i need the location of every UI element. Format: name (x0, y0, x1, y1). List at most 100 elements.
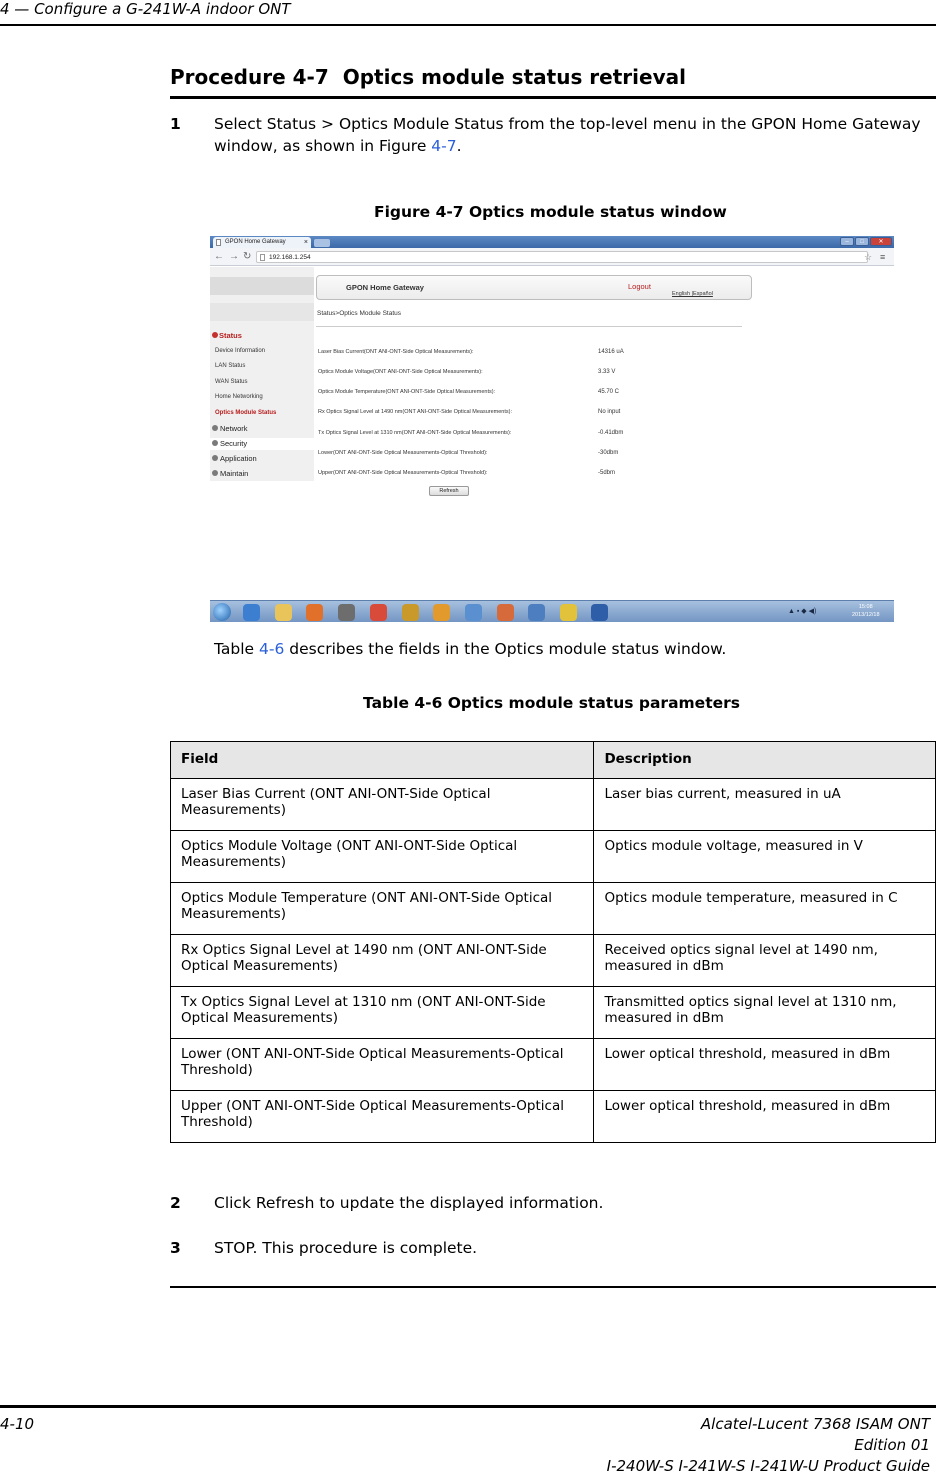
expand-bullet-icon (212, 425, 218, 431)
description-cell: Lower optical threshold, measured in dBm (593, 1038, 936, 1091)
expand-bullet-icon (212, 470, 218, 476)
field-cell: Rx Optics Signal Level at 1490 nm (ONT A… (169, 934, 595, 987)
taskbar: ▲ ▪ ◆ ◀) 15:08 2013/12/18 (210, 600, 894, 622)
sidebar-item-home-networking[interactable]: Home Networking (215, 394, 263, 400)
menu-icon[interactable]: ≡ (880, 250, 885, 264)
divider (316, 326, 742, 327)
step-3: 3 STOP. This procedure is complete. (170, 1237, 936, 1259)
status-row-label: Upper(ONT ANI-ONT-Side Optical Measureme… (318, 470, 488, 476)
refresh-button[interactable]: Refresh (429, 486, 469, 496)
ie-icon[interactable] (243, 604, 260, 621)
sidebar-item-wan-status[interactable]: WAN Status (215, 379, 247, 385)
sidebar-status-label: Status (219, 331, 242, 340)
explorer-folder-icon[interactable] (275, 604, 292, 621)
browser-tab[interactable]: GPON Home Gateway × (213, 237, 311, 248)
language-links[interactable]: English |Español (672, 291, 713, 297)
taskbar-clock[interactable]: 15:08 2013/12/18 (852, 603, 880, 619)
status-bullet-icon (212, 332, 218, 338)
status-row-label: Tx Optics Signal Level at 1310 nm(ONT AN… (318, 430, 512, 436)
page-number: 4-10 (0, 1415, 35, 1433)
outlook-icon[interactable] (433, 604, 450, 621)
sidebar-group-network[interactable]: Network (212, 424, 248, 433)
user-icon[interactable] (497, 604, 514, 621)
field-cell: Lower (ONT ANI-ONT-Side Optical Measurem… (169, 1038, 595, 1091)
network-icon[interactable] (465, 604, 482, 621)
table-intro-paragraph: Table 4-6 describes the fields in the Op… (214, 638, 726, 660)
sidebar-band (210, 303, 314, 321)
bookmark-star-icon[interactable]: ☆ (864, 250, 872, 264)
header-rule (0, 24, 936, 26)
status-row-label: Lower(ONT ANI-ONT-Side Optical Measureme… (318, 450, 488, 456)
sidebar-item-device-information[interactable]: Device Information (215, 348, 265, 354)
field-cell: Laser Bias Current (ONT ANI-ONT-Side Opt… (169, 778, 595, 831)
gateway-title: GPON Home Gateway (346, 283, 424, 292)
status-row-label: Optics Module Temperature(ONT ANI-ONT-Si… (318, 389, 496, 395)
field-cell: Optics Module Temperature (ONT ANI-ONT-S… (169, 882, 595, 935)
status-row-value: -30dbm (598, 450, 619, 456)
browser-toolbar: ← → ↻ 192.168.1.254 ☆ ≡ (210, 248, 894, 266)
paragraph-text-part: Table (214, 640, 260, 658)
firefox-icon[interactable] (306, 604, 323, 621)
sidebar-group-application[interactable]: Application (212, 454, 257, 463)
sidebar-item-lan-status[interactable]: LAN Status (215, 363, 245, 369)
step-text-part: Select Status > Optics Module Status fro… (214, 115, 921, 155)
reload-icon[interactable]: ↻ (243, 250, 251, 264)
status-row-value: -5dbm (598, 470, 616, 476)
maximize-icon[interactable]: □ (855, 237, 869, 246)
table-row: Rx Optics Signal Level at 1490 nm (ONT A… (169, 934, 936, 987)
browser-titlebar (210, 236, 894, 248)
forward-arrow-icon[interactable]: → (229, 250, 239, 264)
figure-xref-link[interactable]: 4-7 (431, 137, 456, 155)
procedure-name: Optics module status retrieval (342, 65, 686, 89)
table-xref-link[interactable]: 4-6 (259, 640, 284, 658)
notebook-icon[interactable] (402, 604, 419, 621)
paragraph-text-part: describes the fields in the Optics modul… (284, 640, 727, 658)
sidebar-group-security[interactable]: Security (212, 439, 247, 448)
screenshot-figure: GPON Home Gateway × – □ ✕ ← → ↻ 192.168.… (210, 236, 894, 622)
word-icon[interactable] (591, 604, 608, 621)
table-row: Tx Optics Signal Level at 1310 nm (ONT A… (169, 986, 936, 1039)
minimize-icon[interactable]: – (840, 237, 854, 246)
procedure-label: Procedure 4-7 (170, 65, 329, 89)
page-icon (260, 254, 265, 261)
new-tab-button[interactable] (314, 239, 330, 247)
start-button-icon[interactable] (213, 603, 231, 621)
system-tray-icons[interactable]: ▲ ▪ ◆ ◀) (788, 607, 816, 615)
sidebar (210, 267, 314, 481)
product-name: Alcatel-Lucent 7368 ISAM ONT (700, 1415, 930, 1433)
column-header-description: Description (593, 741, 936, 779)
field-cell: Tx Optics Signal Level at 1310 nm (ONT A… (169, 986, 595, 1039)
column-header-field: Field (169, 741, 595, 779)
status-row-value: -0.41dbm (598, 430, 624, 436)
tab-close-icon[interactable]: × (304, 237, 308, 248)
description-cell: Laser bias current, measured in uA (593, 778, 936, 831)
sidebar-item-optics-module-status[interactable]: Optics Module Status (215, 410, 276, 416)
app-icon[interactable] (338, 604, 355, 621)
logout-link[interactable]: Logout (628, 282, 651, 291)
close-window-icon[interactable]: ✕ (870, 237, 892, 246)
back-arrow-icon[interactable]: ← (214, 250, 224, 264)
app-icon[interactable] (560, 604, 577, 621)
description-cell: Received optics signal level at 1490 nm,… (593, 934, 936, 987)
table-row: Optics Module Voltage (ONT ANI-ONT-Side … (169, 830, 936, 883)
app-icon[interactable] (528, 604, 545, 621)
sidebar-status[interactable]: Status (212, 331, 242, 340)
procedure-title: Procedure 4-7 Optics module status retri… (170, 64, 686, 90)
sidebar-group-label: Security (220, 439, 248, 448)
table-row: Optics Module Temperature (ONT ANI-ONT-S… (169, 882, 936, 935)
table-header-row: Field Description (169, 741, 936, 779)
footer-rule (0, 1405, 936, 1408)
step-text-part: . (456, 137, 462, 155)
chrome-icon[interactable] (370, 604, 387, 621)
description-cell: Lower optical threshold, measured in dBm (593, 1090, 936, 1143)
tab-title: GPON Home Gateway (225, 239, 286, 245)
step-number: 3 (170, 1239, 181, 1257)
edition: Edition 01 (854, 1436, 930, 1454)
address-bar[interactable]: 192.168.1.254 (256, 251, 868, 263)
status-row-value: 14316 uA (598, 349, 624, 355)
table-row: Laser Bias Current (ONT ANI-ONT-Side Opt… (169, 778, 936, 831)
sidebar-group-maintain[interactable]: Maintain (212, 469, 248, 478)
figure-title: Figure 4-7 Optics module status window (374, 203, 727, 221)
table-title: Table 4-6 Optics module status parameter… (363, 694, 740, 712)
status-row-value: 45.70 C (598, 389, 620, 395)
